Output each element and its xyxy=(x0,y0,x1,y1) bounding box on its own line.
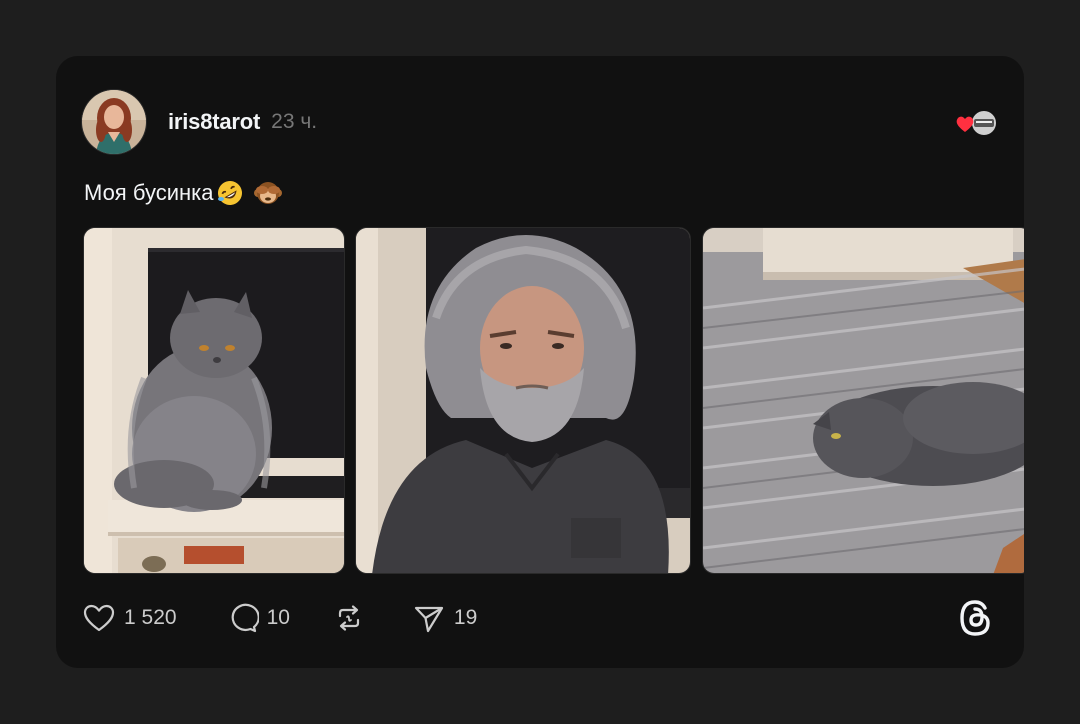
like-button[interactable]: 1 520 xyxy=(82,601,177,635)
post-image-man-grey-hair[interactable] xyxy=(355,227,691,574)
threads-logo-icon[interactable] xyxy=(954,596,998,640)
heart-badge-icon xyxy=(956,116,974,132)
post-image-cat-sitting[interactable] xyxy=(83,227,345,574)
like-count: 1 520 xyxy=(124,606,177,629)
post-text: Моя бусинка xyxy=(84,179,282,207)
post-header: iris8tarot 23 ч. xyxy=(82,89,998,155)
username-link[interactable]: iris8tarot xyxy=(168,109,260,135)
see-no-evil-monkey-emoji xyxy=(253,182,282,204)
speech-bubble-icon xyxy=(231,603,259,633)
media-carousel[interactable] xyxy=(83,227,1024,574)
post-caption: Моя бусинка xyxy=(84,180,214,205)
share-button[interactable]: 19 xyxy=(412,601,477,635)
liked-by-indicator[interactable] xyxy=(954,108,998,138)
post-timestamp[interactable]: 23 ч. xyxy=(271,110,317,134)
reply-button[interactable]: 10 xyxy=(225,601,290,635)
reply-count: 10 xyxy=(266,606,290,629)
post-image-cat-lying[interactable] xyxy=(702,227,1024,574)
share-count: 19 xyxy=(453,606,478,629)
heart-icon xyxy=(83,604,115,632)
repost-icon xyxy=(338,605,360,631)
repost-button[interactable] xyxy=(332,601,374,635)
send-icon xyxy=(414,606,444,633)
rolling-on-floor-laughing-emoji xyxy=(217,181,242,205)
avatar[interactable] xyxy=(82,90,146,154)
post-card: iris8tarot 23 ч. Моя бусинка 1 520 10 19 xyxy=(56,56,1024,668)
post-actions: 1 520 10 19 xyxy=(82,596,998,640)
